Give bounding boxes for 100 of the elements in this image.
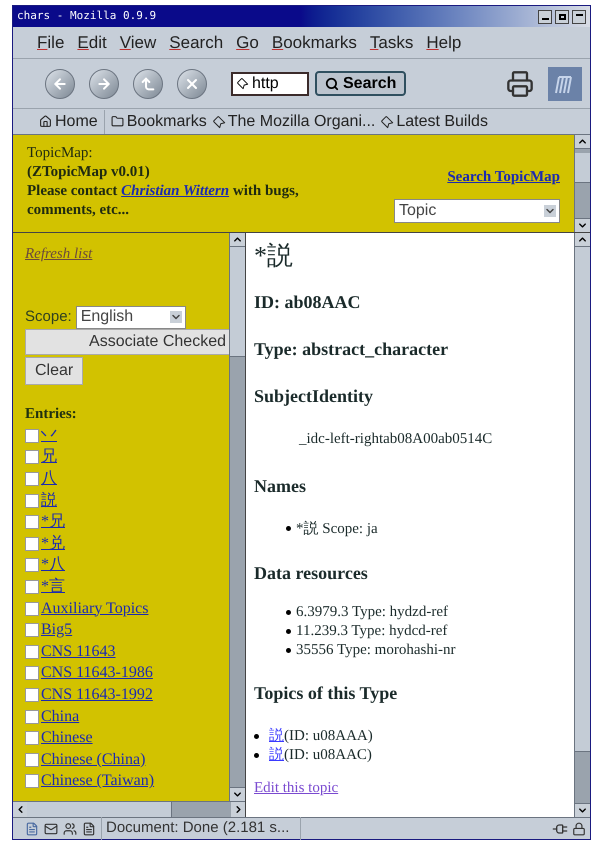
scrollbar[interactable] bbox=[229, 233, 245, 801]
scroll-down-icon[interactable] bbox=[230, 787, 245, 801]
bullet-icon bbox=[286, 648, 291, 653]
scroll-down-icon[interactable] bbox=[575, 803, 590, 817]
entry-link[interactable]: Big5 bbox=[41, 618, 72, 642]
menu-item[interactable]: Bookmarks bbox=[272, 30, 357, 56]
checkbox[interactable] bbox=[25, 536, 39, 551]
minimize-button[interactable] bbox=[538, 10, 552, 24]
topic-link[interactable]: 説 bbox=[264, 727, 284, 746]
bullet-icon bbox=[254, 734, 259, 739]
menu-item[interactable]: File bbox=[37, 30, 64, 56]
scope-dropdown[interactable]: English bbox=[76, 306, 186, 328]
entry-link[interactable]: *八 bbox=[41, 553, 65, 578]
entry-link[interactable]: Chinese (China) bbox=[41, 748, 146, 772]
entry-link[interactable]: 説 bbox=[41, 488, 57, 513]
close-button[interactable] bbox=[572, 10, 586, 24]
topic-id: ID: ab08AAC bbox=[254, 291, 362, 314]
checkbox[interactable] bbox=[25, 515, 39, 530]
menu-item[interactable]: Go bbox=[236, 30, 259, 56]
entry-link[interactable]: CNS 11643-1992 bbox=[41, 682, 153, 707]
entry-link[interactable]: Auxiliary Topics bbox=[41, 596, 148, 621]
reload-button[interactable] bbox=[133, 68, 163, 98]
people-icon[interactable] bbox=[63, 822, 77, 836]
search-button[interactable]: Search bbox=[315, 71, 406, 96]
logo-icon[interactable] bbox=[548, 66, 582, 100]
scroll-thumb[interactable] bbox=[27, 802, 172, 817]
checkbox[interactable] bbox=[25, 710, 39, 724]
associate-button[interactable]: Associate Checked bbox=[25, 328, 229, 354]
scroll-thumb[interactable] bbox=[230, 247, 245, 357]
scrollbar[interactable] bbox=[574, 135, 590, 232]
entry-link[interactable]: 兄 bbox=[41, 445, 57, 470]
mail-icon[interactable] bbox=[44, 822, 58, 836]
home-icon bbox=[39, 115, 52, 128]
checkbox[interactable] bbox=[25, 774, 39, 788]
lock-icon[interactable] bbox=[572, 822, 586, 836]
scroll-thumb[interactable] bbox=[575, 153, 590, 183]
scroll-up-icon[interactable] bbox=[230, 233, 245, 247]
bookmark-item[interactable]: Bookmarks bbox=[110, 110, 207, 134]
scroll-up-icon[interactable] bbox=[575, 233, 590, 247]
scrollbar[interactable] bbox=[574, 233, 590, 817]
forward-button[interactable] bbox=[89, 68, 119, 98]
status-text: Document: Done (2.181 s... bbox=[101, 817, 301, 840]
checkbox[interactable] bbox=[25, 623, 39, 638]
checkbox[interactable] bbox=[25, 494, 39, 508]
bookmark-item[interactable]: Latest Builds bbox=[381, 110, 488, 134]
refresh-link[interactable]: Refresh list bbox=[25, 246, 92, 262]
topic-title: *説 bbox=[254, 240, 294, 272]
checkbox[interactable] bbox=[25, 752, 39, 767]
entry-link[interactable]: *言 bbox=[41, 574, 65, 599]
menu-item[interactable]: Tasks bbox=[370, 30, 414, 56]
bookmark-item[interactable]: The Mozilla Organi... bbox=[212, 110, 376, 134]
resource-item: 35556 Type: morohashi-nr bbox=[296, 641, 456, 660]
checkbox[interactable] bbox=[25, 666, 39, 680]
url-field[interactable]: http bbox=[231, 72, 309, 96]
checkbox[interactable] bbox=[25, 688, 39, 702]
entry-link[interactable]: *兑 bbox=[41, 532, 65, 556]
entry-link[interactable]: 八 bbox=[41, 466, 57, 491]
contact-text: Please contact Christian Wittern with bugs, comments, etc... bbox=[27, 182, 300, 220]
menu-item[interactable]: View bbox=[120, 30, 156, 56]
checkbox[interactable] bbox=[25, 580, 39, 594]
arrow-up-icon bbox=[140, 76, 156, 92]
topic-id-text: (ID: u08AAC) bbox=[284, 746, 372, 765]
search-link[interactable]: Search TopicMap bbox=[447, 166, 560, 188]
scope-label: Scope: bbox=[25, 306, 72, 327]
checkbox[interactable] bbox=[25, 644, 39, 659]
printer-icon[interactable] bbox=[506, 70, 534, 98]
entry-link[interactable]: China bbox=[41, 704, 80, 729]
checkbox[interactable] bbox=[25, 472, 39, 486]
topic-link[interactable]: 説 bbox=[264, 746, 284, 765]
scroll-thumb[interactable] bbox=[575, 247, 590, 752]
scroll-right-icon[interactable] bbox=[231, 802, 245, 817]
checkbox[interactable] bbox=[25, 428, 39, 443]
entry-link[interactable]: CNS 11643-1986 bbox=[41, 661, 153, 686]
stop-button[interactable] bbox=[177, 68, 207, 98]
type-dropdown[interactable]: Topic bbox=[394, 198, 560, 222]
entries-heading: Entries: bbox=[25, 404, 78, 424]
subject-identity: _idc-left-rightab08A00ab0514C bbox=[298, 430, 494, 449]
scroll-down-icon[interactable] bbox=[575, 218, 590, 232]
edit-link[interactable]: Edit this topic bbox=[254, 777, 338, 800]
bookmark-item[interactable]: Home bbox=[39, 110, 105, 134]
checkbox[interactable] bbox=[25, 558, 39, 572]
entry-link[interactable]: 丷 bbox=[41, 424, 57, 448]
scroll-left-icon[interactable] bbox=[13, 802, 27, 817]
back-button[interactable] bbox=[45, 68, 75, 98]
entry-link[interactable]: Chinese bbox=[41, 726, 93, 750]
maximize-button[interactable] bbox=[555, 10, 569, 24]
bookmark-icon bbox=[210, 113, 228, 130]
menu-item[interactable]: Edit bbox=[77, 30, 107, 56]
arrow-right-icon bbox=[96, 76, 112, 92]
scroll-up-icon[interactable] bbox=[575, 135, 590, 149]
contact-link[interactable]: Christian Wittern bbox=[121, 183, 230, 199]
menu-item[interactable]: Search bbox=[169, 30, 224, 56]
checkbox[interactable] bbox=[25, 602, 39, 616]
entry-link[interactable]: *兄 bbox=[41, 510, 65, 534]
checkbox[interactable] bbox=[25, 450, 39, 464]
horizontal-scrollbar[interactable] bbox=[13, 801, 245, 817]
clear-button[interactable]: Clear bbox=[25, 356, 84, 384]
entry-link[interactable]: Chinese (Taiwan) bbox=[41, 769, 154, 794]
checkbox[interactable] bbox=[25, 731, 39, 746]
entry-link[interactable]: CNS 11643 bbox=[41, 640, 116, 664]
